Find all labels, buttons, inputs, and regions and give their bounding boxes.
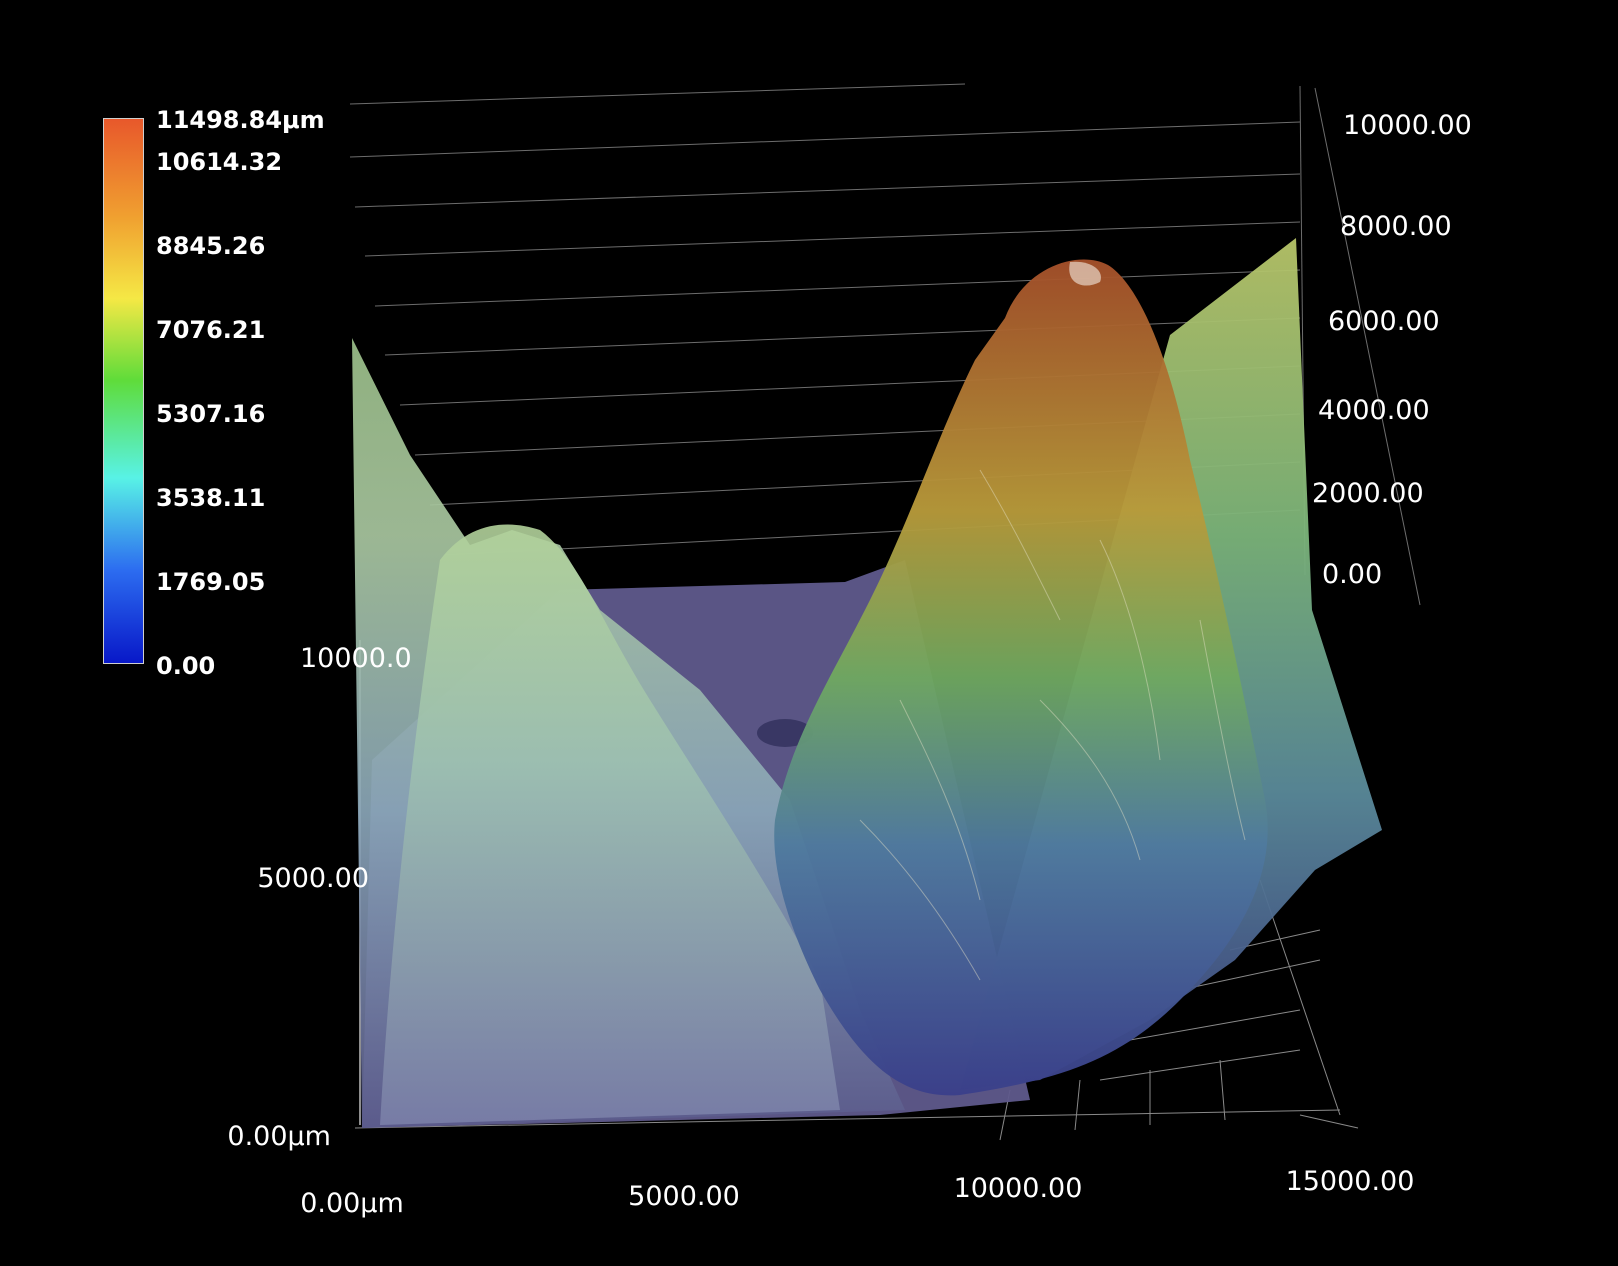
y-axis-tick-label: 5000.00 [257, 863, 369, 894]
x-axis-tick-label: 15000.00 [1286, 1166, 1415, 1197]
y-axis-tick-label: 0.00μm [227, 1121, 331, 1152]
x-axis-tick-label: 0.00μm [300, 1188, 404, 1219]
x-axis-tick-label: 5000.00 [628, 1181, 740, 1212]
z-axis-tick-label: 0.00 [1322, 559, 1382, 590]
x-axis-tick-label: 10000.00 [954, 1173, 1083, 1204]
z-axis-tick-label: 8000.00 [1340, 211, 1452, 242]
z-axis-tick-label: 6000.00 [1328, 306, 1440, 337]
z-axis-tick-label: 4000.00 [1318, 395, 1430, 426]
z-axis-tick-label: 10000.00 [1343, 110, 1472, 141]
surface-3d-view[interactable]: 0.00μm 5000.00 10000.00 15000.00 0.00μm … [0, 0, 1618, 1266]
z-axis-tick-label: 2000.00 [1312, 478, 1424, 509]
y-axis-tick-label: 10000.0 [300, 643, 412, 674]
